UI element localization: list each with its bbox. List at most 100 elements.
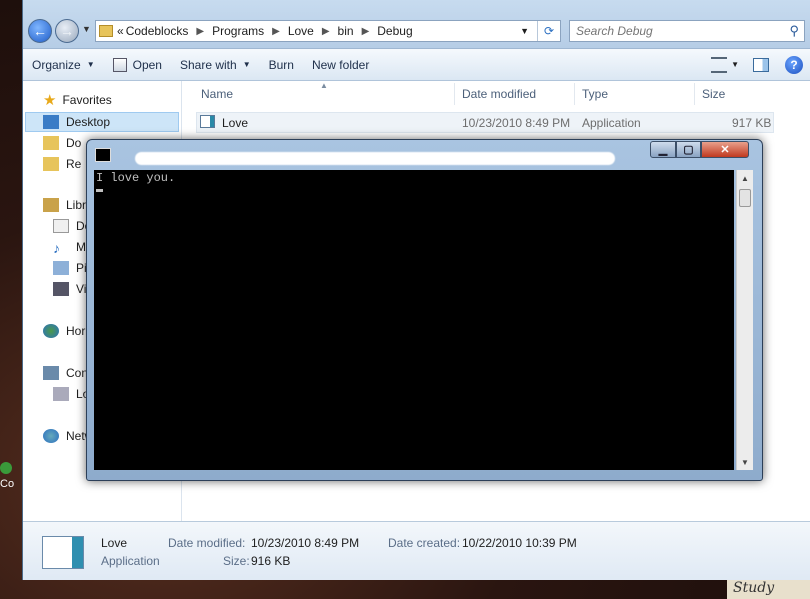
nav-pictures[interactable]: Pi [53, 258, 87, 278]
details-date-created-label: Date created: [388, 536, 461, 550]
nav-computer-label: Con [66, 366, 89, 380]
breadcrumb-bin[interactable]: bin [338, 24, 354, 38]
address-row: ← → ▼ « Codeblocks ▶ Programs ▶ Love ▶ bin ▶… [23, 0, 810, 49]
address-bar[interactable]: « Codeblocks ▶ Programs ▶ Love ▶ bin ▶ Debug… [95, 20, 561, 42]
file-size: 917 KB [732, 116, 772, 130]
libraries-icon [43, 198, 59, 212]
details-size-label: Size: [223, 554, 250, 568]
homegroup-icon [43, 324, 59, 338]
maximize-button[interactable]: ▢ [676, 141, 701, 158]
nav-videos-label: Vi [76, 282, 87, 296]
organize-button[interactable]: Organize ▼ [23, 53, 104, 77]
nav-libraries-label: Libr [66, 198, 87, 212]
application-icon [42, 536, 84, 569]
maximize-icon: ▢ [683, 144, 694, 156]
nav-desktop-label: Desktop [66, 115, 111, 129]
minimize-button[interactable]: ▁ [650, 141, 676, 158]
nav-favorites[interactable]: ★ Favorites [43, 90, 112, 110]
column-header-date-modified[interactable]: Date modified [462, 81, 536, 107]
nav-videos[interactable]: Vi [53, 279, 86, 299]
text-cursor [96, 189, 103, 192]
chevron-down-icon: ▼ [242, 59, 251, 69]
nav-local-disk[interactable]: Lo [53, 384, 89, 404]
nav-recent-label: Re [66, 157, 82, 171]
history-dropdown-icon[interactable]: ▼ [82, 24, 91, 34]
change-view-icon[interactable] [711, 56, 728, 73]
nav-music-label: M [76, 240, 86, 254]
nav-libraries[interactable]: Libr [43, 195, 86, 215]
pictures-icon [53, 261, 69, 275]
burn-button[interactable]: Burn [260, 53, 303, 77]
breadcrumb-love[interactable]: Love [288, 24, 314, 38]
file-name[interactable]: Love [222, 116, 248, 130]
vertical-scrollbar[interactable]: ▲ ▼ [736, 170, 753, 470]
console-icon[interactable] [95, 148, 111, 162]
desktop-icon [43, 115, 59, 129]
column-header-type[interactable]: Type [582, 81, 608, 107]
search-input[interactable] [574, 23, 778, 39]
details-date-created: 10/22/2010 10:39 PM [462, 536, 577, 550]
nav-downloads[interactable]: Do [43, 133, 81, 153]
breadcrumb-arrow-icon[interactable]: ▶ [196, 26, 204, 37]
refresh-button[interactable]: ⟳ [537, 21, 560, 41]
nav-downloads-label: Do [66, 136, 82, 150]
scroll-up-icon[interactable]: ▲ [737, 170, 753, 186]
back-button[interactable]: ← [28, 19, 52, 43]
organize-label: Organize [32, 57, 81, 72]
documents-icon [53, 219, 69, 233]
nav-recent[interactable]: Re [43, 154, 81, 174]
application-icon [200, 115, 215, 128]
preview-pane-icon[interactable] [753, 57, 769, 72]
breadcrumb-debug[interactable]: Debug [377, 24, 412, 38]
new-folder-button[interactable]: New folder [303, 53, 378, 77]
column-header-name[interactable]: Name [201, 81, 233, 107]
chevron-down-icon: ▼ [86, 59, 95, 69]
share-with-button[interactable]: Share with ▼ [171, 53, 260, 77]
desktop-shortcut[interactable]: Co [0, 458, 14, 500]
scroll-down-icon[interactable]: ▼ [737, 454, 753, 470]
breadcrumb-programs[interactable]: Programs [212, 24, 264, 38]
minimize-icon: ▁ [658, 144, 668, 156]
search-box[interactable]: ⚲ [569, 20, 805, 42]
column-divider[interactable] [574, 83, 575, 105]
refresh-icon: ⟳ [543, 24, 555, 38]
breadcrumb-codeblocks[interactable]: Codeblocks [126, 24, 189, 38]
breadcrumb-arrow-icon[interactable]: ▶ [362, 26, 370, 37]
details-pane: Love Application Date modified: 10/23/20… [23, 521, 810, 580]
search-icon[interactable]: ⚲ [789, 23, 799, 39]
close-icon: ✕ [720, 144, 730, 156]
share-with-label: Share with [179, 57, 237, 72]
downloads-icon [43, 136, 59, 150]
star-icon: ★ [43, 92, 57, 109]
details-name: Love [101, 536, 128, 550]
scrollbar-thumb[interactable] [739, 189, 751, 207]
nav-desktop[interactable]: Desktop [43, 112, 110, 132]
breadcrumb-arrow-icon[interactable]: ▶ [272, 26, 280, 37]
nav-homegroup[interactable]: Hor [43, 321, 85, 341]
breadcrumb-arrow-icon[interactable]: ▶ [322, 26, 330, 37]
column-divider[interactable] [454, 83, 455, 105]
column-header-size[interactable]: Size [702, 81, 725, 107]
network-icon [43, 429, 59, 443]
shortcut-label: Co [0, 478, 15, 490]
nav-computer[interactable]: Con [43, 363, 88, 383]
command-bar: Organize ▼ Open Share with ▼ Burn New fold… [23, 49, 810, 81]
details-size: 916 KB [251, 554, 291, 568]
wallpaper-text: Study [727, 578, 810, 599]
close-button[interactable]: ✕ [701, 141, 749, 158]
open-label: Open [132, 57, 162, 72]
console-output[interactable]: I love you. [94, 170, 734, 470]
nav-music[interactable]: ♪ M [53, 237, 86, 257]
help-icon[interactable]: ? [785, 55, 803, 74]
forward-button[interactable]: → [55, 19, 79, 43]
breadcrumb-overflow[interactable]: « [117, 24, 124, 38]
videos-icon [53, 282, 69, 296]
console-window[interactable]: ▁ ▢ ✕ I love you. ▲ ▼ [86, 139, 763, 481]
details-date-modified-label: Date modified: [168, 536, 246, 550]
console-titlebar[interactable] [95, 146, 615, 165]
open-button[interactable]: Open [104, 53, 171, 77]
column-divider[interactable] [694, 83, 695, 105]
view-dropdown-icon[interactable]: ▼ [731, 60, 739, 69]
address-dropdown-icon[interactable]: ▼ [520, 26, 529, 36]
sort-arrow-icon: ▲ [320, 81, 328, 90]
